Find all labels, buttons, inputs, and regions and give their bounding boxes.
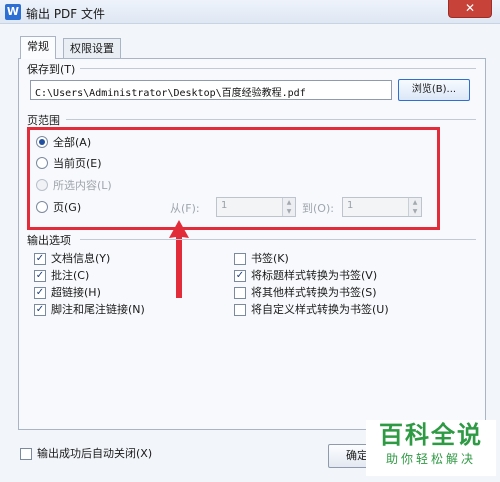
checkbox-box[interactable]: ✓: [34, 253, 46, 265]
divider: [80, 239, 476, 240]
divider: [66, 119, 476, 120]
checkbox-box[interactable]: [234, 287, 246, 299]
from-page-value: 1: [221, 200, 228, 211]
checkbox-box[interactable]: ✓: [34, 270, 46, 282]
radio-pages-label: 页(G): [53, 201, 82, 214]
checkbox-label: 将自定义样式转换为书签(U): [251, 303, 389, 316]
checkbox-label: 书签(K): [251, 252, 289, 265]
watermark-logo: 百科全说 助你轻松解决: [366, 420, 496, 476]
checkbox-label: 脚注和尾注链接(N): [51, 303, 145, 316]
output-options-label: 输出选项: [27, 232, 75, 248]
radio-selection-label: 所选内容(L): [53, 179, 112, 192]
checkbox-box[interactable]: ✓: [34, 287, 46, 299]
radio-indicator[interactable]: [36, 136, 48, 148]
tab-general[interactable]: 常规: [20, 36, 56, 59]
checkbox-label: 批注(C): [51, 269, 90, 282]
close-button[interactable]: ✕: [448, 0, 492, 18]
title-bar: W 输出 PDF 文件 ✕: [0, 0, 500, 24]
chevron-down-icon: ▼: [286, 208, 292, 215]
checkbox-label: 文档信息(Y): [51, 252, 111, 265]
chevron-down-icon: ▼: [412, 208, 418, 215]
checkbox-label: 将其他样式转换为书签(S): [251, 286, 377, 299]
chevron-up-icon: ▲: [412, 199, 418, 206]
divider: [80, 68, 476, 69]
checkbox-box[interactable]: ✓: [34, 304, 46, 316]
checkbox-box[interactable]: ✓: [234, 270, 246, 282]
browse-button[interactable]: 浏览(B)...: [398, 79, 470, 101]
wps-writer-icon: W: [5, 4, 21, 20]
checkbox-label: 将标题样式转换为书签(V): [251, 269, 378, 282]
from-page-stepper: 1 ▲ ▼: [216, 197, 296, 217]
checkbox-box[interactable]: [234, 304, 246, 316]
checkbox-box[interactable]: [20, 448, 32, 460]
annotation-arrow-icon: [169, 220, 189, 298]
save-path-input[interactable]: C:\Users\Administrator\Desktop\百度经验教程.pd…: [30, 80, 392, 100]
radio-indicator[interactable]: [36, 201, 48, 213]
window-title: 输出 PDF 文件: [26, 7, 106, 21]
checkbox-label: 输出成功后自动关闭(X): [37, 447, 153, 460]
from-label: 从(F):: [170, 202, 200, 215]
to-page-value: 1: [347, 200, 354, 211]
watermark-subtitle: 助你轻松解决: [385, 452, 476, 466]
checkbox-label: 超链接(H): [51, 286, 101, 299]
to-page-stepper: 1 ▲ ▼: [342, 197, 422, 217]
radio-current-page-label: 当前页(E): [53, 157, 102, 170]
tab-permissions[interactable]: 权限设置: [63, 38, 121, 58]
checkbox-box[interactable]: [234, 253, 246, 265]
stepper-arrows: ▲ ▼: [408, 198, 421, 216]
watermark-title: 百科全说: [379, 421, 483, 449]
save-to-label: 保存到(T): [27, 61, 80, 77]
page-range-label: 页范围: [27, 112, 64, 128]
tab-panel: [18, 58, 486, 430]
radio-indicator: [36, 179, 48, 191]
stepper-arrows: ▲ ▼: [282, 198, 295, 216]
radio-indicator[interactable]: [36, 157, 48, 169]
chevron-up-icon: ▲: [286, 199, 292, 206]
radio-all-label: 全部(A): [53, 136, 92, 149]
to-label: 到(O):: [302, 202, 334, 215]
